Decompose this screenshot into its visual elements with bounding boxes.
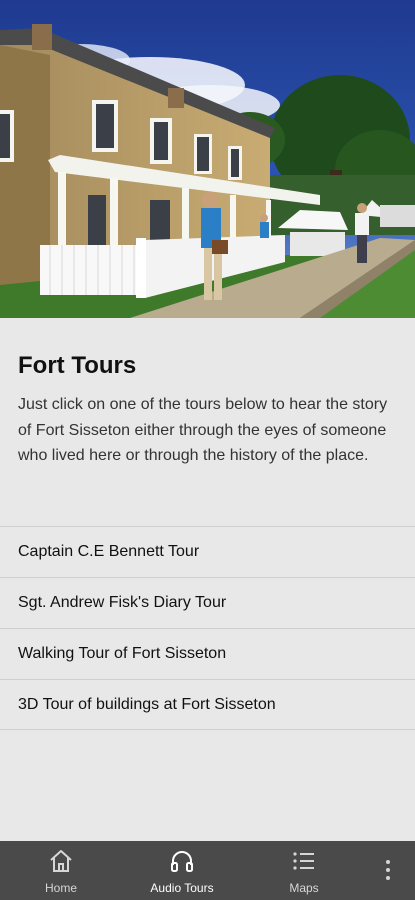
nav-maps[interactable]: Maps bbox=[254, 841, 354, 900]
bottom-navigation: Home Audio Tours Maps bbox=[0, 841, 415, 900]
list-icon bbox=[293, 852, 314, 870]
nav-audio-tours-label: Audio Tours bbox=[150, 881, 214, 895]
tour-item-walking[interactable]: Walking Tour of Fort Sisseton bbox=[0, 628, 415, 679]
tours-content: Fort Tours Just click on one of the tour… bbox=[0, 318, 415, 841]
home-icon bbox=[50, 850, 72, 872]
fort-photo bbox=[0, 0, 415, 318]
page-title: Fort Tours bbox=[18, 352, 137, 379]
tour-item-label: 3D Tour of buildings at Fort Sisseton bbox=[18, 695, 276, 713]
tour-item-sgt-fisk[interactable]: Sgt. Andrew Fisk's Diary Tour bbox=[0, 577, 415, 628]
nav-maps-label: Maps bbox=[289, 881, 319, 895]
tour-item-label: Walking Tour of Fort Sisseton bbox=[18, 645, 227, 662]
nav-home[interactable]: Home bbox=[11, 841, 111, 900]
headphones-icon bbox=[171, 851, 193, 872]
tour-list: Captain C.E Bennett Tour Sgt. Andrew Fis… bbox=[0, 526, 415, 730]
nav-home-label: Home bbox=[44, 881, 77, 895]
tour-item-label: Sgt. Andrew Fisk's Diary Tour bbox=[18, 594, 227, 611]
nav-audio-tours[interactable]: Audio Tours bbox=[132, 841, 232, 900]
tour-item-label: Captain C.E Bennett Tour bbox=[18, 543, 200, 560]
hero-image bbox=[0, 0, 415, 318]
more-vertical-icon[interactable] bbox=[378, 855, 398, 885]
tour-item-3d[interactable]: 3D Tour of buildings at Fort Sisseton bbox=[0, 679, 415, 730]
page-description: Just click on one of the tours below to … bbox=[18, 396, 388, 464]
tour-item-captain-bennett[interactable]: Captain C.E Bennett Tour bbox=[0, 526, 415, 577]
